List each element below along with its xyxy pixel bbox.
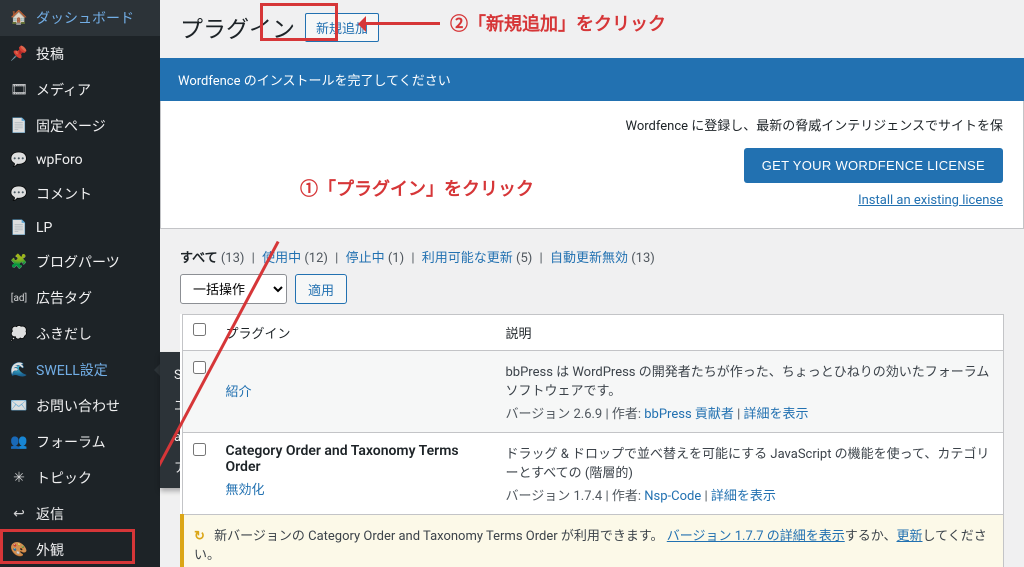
- filter-autoupdate-count: (13): [631, 251, 655, 266]
- plugin-details-link[interactable]: 詳細を表示: [744, 407, 809, 422]
- menu-fukidashi[interactable]: 💭 ふきだし: [0, 316, 160, 352]
- appearance-icon: 🎨: [10, 542, 28, 558]
- update-details-link[interactable]: バージョン 1.7.7 の詳細を表示: [667, 529, 845, 544]
- parts-icon: 🧩: [10, 254, 28, 270]
- row-action-link[interactable]: 紹介: [226, 385, 252, 400]
- menu-label: ダッシュボード: [36, 8, 134, 28]
- update-icon: ↻: [194, 529, 205, 544]
- menu-label: SWELL設定: [36, 360, 108, 380]
- wordfence-license-button[interactable]: GET YOUR WORDFENCE LICENSE: [744, 148, 1003, 183]
- menu-label: 固定ページ: [36, 116, 106, 136]
- update-text: 新バージョンの Category Order and Taxonomy Term…: [214, 529, 663, 544]
- page-icon: 📄: [10, 118, 28, 134]
- bulk-actions-row: 一括操作 適用: [180, 274, 1004, 304]
- menu-lp[interactable]: 📄 LP: [0, 212, 160, 244]
- menu-label: お問い合わせ: [36, 396, 120, 416]
- menu-contact[interactable]: ✉️ お問い合わせ: [0, 388, 160, 424]
- menu-label: コメント: [36, 184, 92, 204]
- filter-all-count: (13): [221, 251, 245, 266]
- admin-sidebar: 🏠 ダッシュボード 📌 投稿 🎞 メディア 📄 固定ページ 💬 wpForo 💬…: [0, 0, 160, 567]
- menu-forum[interactable]: 👥 フォーラム: [0, 424, 160, 460]
- filter-update[interactable]: 利用可能な更新: [422, 251, 513, 266]
- forum2-icon: 👥: [10, 434, 28, 450]
- plugin-description: ドラッグ & ドロップで並べ替えを可能にする JavaScript の機能を使っ…: [506, 443, 994, 481]
- topic-icon: ✳: [10, 470, 28, 486]
- menu-swell-settings[interactable]: 🌊 SWELL設定 SWELL設定 エディター設定 ads.txtを編集 アクテ…: [0, 352, 160, 388]
- filter-all[interactable]: すべて: [180, 251, 218, 266]
- plugin-author-link[interactable]: Nsp-Code: [644, 489, 701, 504]
- menu-comments[interactable]: 💬 コメント: [0, 176, 160, 212]
- menu-reply[interactable]: ↩ 返信: [0, 496, 160, 532]
- plugin-author-link[interactable]: bbPress 貢献者: [644, 407, 734, 422]
- plugin-update-row: ↻ 新バージョンの Category Order and Taxonomy Te…: [182, 515, 1004, 567]
- plugin-meta: バージョン 2.6.9 | 作者: bbPress 貢献者 | 詳細を表示: [506, 403, 994, 422]
- menu-label: 投稿: [36, 44, 64, 64]
- page-title: プラグイン: [180, 10, 295, 44]
- menu-label: トピック: [36, 468, 92, 488]
- row-checkbox[interactable]: [193, 443, 206, 456]
- menu-label: wpForo: [36, 152, 83, 168]
- menu-wpforo[interactable]: 💬 wpForo: [0, 144, 160, 176]
- wordfence-message: Wordfence に登録し、最新の脅威インテリジェンスでサイトを保: [181, 115, 1003, 134]
- banner-text: Wordfence のインストールを完了してください: [178, 74, 451, 89]
- menu-blogparts[interactable]: 🧩 ブログパーツ: [0, 244, 160, 280]
- menu-topic[interactable]: ✳ トピック: [0, 460, 160, 496]
- page-title-row: プラグイン 新規追加: [180, 10, 1004, 44]
- bulk-action-select[interactable]: 一括操作: [180, 274, 287, 304]
- filter-autoupdate[interactable]: 自動更新無効: [550, 251, 628, 266]
- menu-label: 外観: [36, 540, 64, 560]
- forum-icon: 💬: [10, 152, 28, 168]
- plugins-table: プラグイン 説明 bbPress 紹介 bbPress は WordPress …: [180, 314, 1004, 567]
- table-row: Category Order and Taxonomy Terms Order …: [182, 433, 1004, 515]
- menu-posts[interactable]: 📌 投稿: [0, 36, 160, 72]
- comment-icon: 💬: [10, 186, 28, 202]
- th-plugin[interactable]: プラグイン: [216, 315, 496, 351]
- plugin-name: Category Order and Taxonomy Terms Order: [226, 443, 459, 475]
- row-action-link[interactable]: 無効化: [226, 483, 265, 498]
- dashboard-icon: 🏠: [10, 10, 28, 26]
- select-all-checkbox[interactable]: [193, 323, 206, 336]
- menu-label: フォーラム: [36, 432, 106, 452]
- menu-label: LP: [36, 220, 52, 236]
- balloon-icon: 💭: [10, 326, 28, 342]
- filter-active-count: (12): [304, 251, 328, 266]
- lp-icon: 📄: [10, 220, 28, 236]
- filter-update-count: (5): [516, 251, 532, 266]
- th-description[interactable]: 説明: [496, 315, 1004, 351]
- plugin-meta: バージョン 1.7.4 | 作者: Nsp-Code | 詳細を表示: [506, 485, 994, 504]
- table-row: bbPress 紹介 bbPress は WordPress の開発者たちが作っ…: [182, 351, 1004, 433]
- pin-icon: 📌: [10, 46, 28, 62]
- swell-icon: 🌊: [10, 362, 28, 378]
- submenu-arrow-icon: [148, 364, 160, 376]
- menu-label: ブログパーツ: [36, 252, 120, 272]
- menu-dashboard[interactable]: 🏠 ダッシュボード: [0, 0, 160, 36]
- menu-media[interactable]: 🎞 メディア: [0, 72, 160, 108]
- menu-label: ふきだし: [36, 324, 92, 344]
- menu-appearance[interactable]: 🎨 外観: [0, 532, 160, 567]
- add-new-button[interactable]: 新規追加: [305, 13, 379, 42]
- filter-inactive[interactable]: 停止中: [346, 251, 385, 266]
- plugin-details-link[interactable]: 詳細を表示: [711, 489, 776, 504]
- media-icon: 🎞: [10, 82, 28, 98]
- plugin-description: bbPress は WordPress の開発者たちが作った、ちょっとひねりの効…: [506, 361, 994, 399]
- wordfence-notice: Wordfence に登録し、最新の脅威インテリジェンスでサイトを保 GET Y…: [160, 101, 1024, 229]
- filter-active[interactable]: 使用中: [262, 251, 301, 266]
- mail-icon: ✉️: [10, 398, 28, 414]
- menu-label: メディア: [36, 80, 91, 100]
- ad-icon: [ad]: [10, 293, 28, 304]
- menu-label: 広告タグ: [36, 288, 92, 308]
- reply-icon: ↩: [10, 506, 28, 522]
- update-now-link[interactable]: 更新: [897, 529, 923, 544]
- menu-pages[interactable]: 📄 固定ページ: [0, 108, 160, 144]
- main-content: プラグイン 新規追加 Wordfence のインストールを完了してください Wo…: [160, 0, 1024, 567]
- wordfence-banner: Wordfence のインストールを完了してください: [160, 58, 1024, 101]
- menu-label: 返信: [36, 504, 64, 524]
- menu-adtag[interactable]: [ad] 広告タグ: [0, 280, 160, 316]
- row-checkbox[interactable]: [193, 361, 206, 374]
- bulk-apply-button[interactable]: 適用: [295, 274, 347, 304]
- plugin-filter-links: すべて (13) | 使用中 (12) | 停止中 (1) | 利用可能な更新 …: [180, 247, 1004, 266]
- wordfence-install-link[interactable]: Install an existing license: [858, 193, 1003, 208]
- filter-inactive-count: (1): [388, 251, 404, 266]
